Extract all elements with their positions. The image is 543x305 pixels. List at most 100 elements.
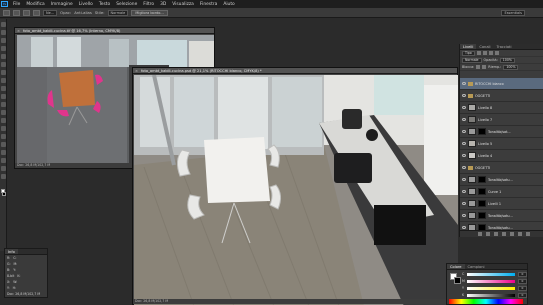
visibility-eye-icon[interactable] — [462, 118, 466, 121]
tab-info[interactable]: Info — [5, 249, 18, 254]
quick-select-tool-icon[interactable] — [1, 46, 6, 51]
layer-row[interactable]: OGGETTI — [460, 162, 543, 174]
cyan-value[interactable]: 0 — [518, 272, 527, 277]
menu-window[interactable]: Finestra — [197, 2, 220, 7]
gradient-tool-icon[interactable] — [1, 110, 6, 115]
crop-tool-icon[interactable] — [1, 54, 6, 59]
document-canvas-2[interactable] — [134, 75, 458, 305]
layer-row[interactable]: Tonalità/satu... — [460, 222, 543, 230]
layer-row[interactable]: Livello 4 — [460, 150, 543, 162]
eraser-tool-icon[interactable] — [1, 102, 6, 107]
yellow-slider[interactable] — [467, 287, 515, 290]
link-icon[interactable] — [478, 232, 482, 236]
black-slider[interactable] — [467, 294, 515, 297]
document-window-2[interactable]: × foto_ambt_kabili-cucina.psd @ 21,1% (R… — [132, 67, 458, 305]
type-filter-icon[interactable] — [488, 51, 493, 55]
subtract-selection-icon[interactable] — [33, 9, 40, 16]
menu-help[interactable]: Aiuto — [220, 2, 237, 7]
type-tool-icon[interactable] — [1, 142, 6, 147]
color-spectrum-bar[interactable] — [449, 299, 523, 304]
lasso-tool-icon[interactable] — [1, 38, 6, 43]
new-layer-icon[interactable] — [518, 232, 522, 236]
layer-name[interactable]: Livello 7 — [478, 118, 492, 122]
layer-name[interactable]: Tonalità/satu... — [488, 214, 513, 218]
menu-layer[interactable]: Livello — [76, 2, 96, 7]
layer-row[interactable]: Livelli 1 — [460, 198, 543, 210]
clone-stamp-tool-icon[interactable] — [1, 86, 6, 91]
tab-swatches[interactable]: Campioni — [465, 264, 488, 269]
layer-name[interactable]: Tonalità/sat... — [488, 130, 511, 134]
layer-row[interactable]: Livello 7 — [460, 114, 543, 126]
black-value[interactable]: 0 — [518, 293, 527, 298]
layer-name[interactable]: OGGETTI — [475, 94, 490, 98]
layer-row[interactable]: Tonalità/satu... — [460, 210, 543, 222]
trash-icon[interactable] — [526, 232, 530, 236]
mode-select[interactable]: Ne... — [43, 9, 58, 16]
layer-name[interactable]: OGGETTI — [475, 166, 490, 170]
dodge-tool-icon[interactable] — [1, 126, 6, 131]
pixel-filter-icon[interactable] — [476, 51, 481, 55]
document-tab-1[interactable]: × foto_ambt_kabili-cucina.tif @ 16,7% (I… — [15, 28, 214, 34]
antialias-checkbox[interactable]: Anti-alias — [74, 10, 92, 15]
layer-filter-select[interactable]: Tipo — [462, 50, 475, 56]
add-selection-icon[interactable] — [23, 9, 30, 16]
visibility-eye-icon[interactable] — [462, 142, 466, 145]
document-tab-2[interactable]: × foto_ambt_kabili-cucina.psd @ 21,1% (R… — [133, 68, 457, 74]
fill-input[interactable]: 100% — [503, 64, 519, 70]
layer-name[interactable]: Tonalità/satu... — [488, 178, 513, 182]
style-select[interactable]: Normale — [107, 9, 129, 16]
visibility-eye-icon[interactable] — [462, 214, 466, 217]
layer-name[interactable]: Livello 5 — [478, 142, 492, 146]
healing-brush-tool-icon[interactable] — [1, 70, 6, 75]
visibility-eye-icon[interactable] — [462, 190, 466, 193]
background-color-swatch[interactable] — [454, 277, 461, 284]
layer-row[interactable]: RITOCCHI bianco — [460, 78, 543, 90]
layer-name[interactable]: Livello 8 — [478, 106, 492, 110]
tab-layers[interactable]: Livelli — [460, 44, 477, 49]
visibility-eye-icon[interactable] — [462, 178, 466, 181]
marquee-tool-icon[interactable] — [3, 9, 10, 16]
visibility-eye-icon[interactable] — [462, 82, 466, 85]
cyan-slider[interactable] — [467, 273, 515, 276]
brush-tool-icon[interactable] — [1, 78, 6, 83]
menu-type[interactable]: Testo — [96, 2, 113, 7]
visibility-eye-icon[interactable] — [462, 94, 466, 97]
layer-name[interactable]: Livelli 1 — [488, 202, 501, 206]
new-selection-icon[interactable] — [13, 9, 20, 16]
hand-tool-icon[interactable] — [1, 166, 6, 171]
menu-view[interactable]: Visualizza — [169, 2, 197, 7]
move-tool-icon[interactable] — [1, 22, 6, 27]
layer-name[interactable]: Tonalità/satu... — [488, 226, 513, 230]
layer-row[interactable]: Curve 1 — [460, 186, 543, 198]
visibility-eye-icon[interactable] — [462, 106, 466, 109]
lock-position-icon[interactable] — [482, 65, 487, 69]
blend-mode-select[interactable]: Normale — [462, 57, 482, 63]
visibility-eye-icon[interactable] — [462, 202, 466, 205]
menu-image[interactable]: Immagine — [48, 2, 76, 7]
magenta-slider[interactable] — [467, 280, 515, 283]
history-brush-tool-icon[interactable] — [1, 94, 6, 99]
layer-row[interactable]: OGGETTI — [460, 90, 543, 102]
eyedropper-tool-icon[interactable] — [1, 62, 6, 67]
menu-3d[interactable]: 3D — [157, 2, 169, 7]
tab-color[interactable]: Colore — [447, 264, 465, 269]
magenta-value[interactable]: 0 — [518, 279, 527, 284]
background-color-swatch[interactable] — [2, 192, 6, 196]
shape-filter-icon[interactable] — [494, 51, 499, 55]
blur-tool-icon[interactable] — [1, 118, 6, 123]
yellow-value[interactable]: 0 — [518, 286, 527, 291]
refine-edge-button[interactable]: Migliora bordo... — [131, 9, 168, 16]
mask-icon[interactable] — [494, 232, 498, 236]
layer-row[interactable]: Tonalità/sat... — [460, 126, 543, 138]
fx-icon[interactable] — [486, 232, 490, 236]
menu-select[interactable]: Selezione — [113, 2, 140, 7]
folder-icon[interactable] — [510, 232, 514, 236]
pen-tool-icon[interactable] — [1, 134, 6, 139]
menu-file[interactable]: File — [10, 2, 23, 7]
visibility-eye-icon[interactable] — [462, 130, 466, 133]
path-select-tool-icon[interactable] — [1, 150, 6, 155]
visibility-eye-icon[interactable] — [462, 226, 466, 229]
tab-paths[interactable]: Tracciati — [494, 44, 515, 49]
visibility-eye-icon[interactable] — [462, 166, 466, 169]
visibility-eye-icon[interactable] — [462, 154, 466, 157]
